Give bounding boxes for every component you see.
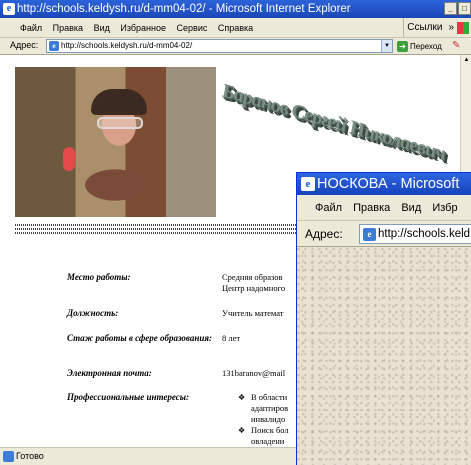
main-window-title: http://schools.keldysh.ru/d-mm04-02/ - M… [17, 3, 351, 15]
address-dropdown-icon[interactable]: ▼ [381, 40, 392, 52]
photo-hair [91, 89, 147, 115]
links-button[interactable]: Ссылки [403, 17, 445, 38]
address-value: http://schools.keldysh.ru/d-mm04-02/ [61, 41, 193, 50]
browser-window-noskova[interactable]: e НОСКОВА - Microsoft Файл Правка Вид Из… [296, 172, 471, 465]
scroll-up-icon[interactable]: ▲ [462, 56, 471, 65]
bullet-text: адаптиров [251, 403, 289, 413]
label-position: Должность: [67, 308, 119, 318]
value-email[interactable]: 131baranov@mail [222, 368, 302, 379]
value-interests: ❖ В области адаптиров инвалидо ❖ Поиск б… [222, 392, 302, 447]
address-value: http://schools.keld [378, 228, 471, 240]
bullet-text: В области [251, 392, 288, 402]
label-experience: Стаж работы в сфере образования: [67, 333, 213, 343]
links-chevron-icon[interactable]: » [445, 18, 457, 38]
label-interests: Профессиональные интересы: [67, 392, 190, 402]
toolbar-extra-icon[interactable]: ✎ [452, 39, 464, 52]
menu-favorites[interactable]: Избранное [116, 18, 170, 38]
menu-tools[interactable]: Сервис [173, 18, 212, 38]
menu-help[interactable]: Справка [214, 18, 257, 38]
windows-flag-icon [457, 21, 469, 34]
minimize-button[interactable]: _ [444, 2, 457, 15]
bullet-text: Поиск бол [251, 425, 289, 435]
menu-edit[interactable]: Правка [49, 18, 87, 38]
main-titlebar[interactable]: e http://schools.keldysh.ru/d-mm04-02/ -… [0, 0, 471, 18]
go-label: Переход [410, 41, 442, 51]
ie-icon: e [3, 3, 15, 15]
window-controls: _ □ [444, 2, 471, 15]
menu-file[interactable]: Файл [311, 195, 346, 221]
value-line: Средняя образов [222, 272, 283, 282]
photo-bow [63, 147, 75, 171]
maximize-button[interactable]: □ [458, 2, 471, 15]
ie-icon: e [301, 177, 315, 191]
address-input[interactable]: e http://schools.keldysh.ru/d-mm04-02/ ▼ [46, 39, 393, 53]
menu-view[interactable]: Вид [90, 18, 114, 38]
address-label: Адрес: [305, 227, 343, 241]
value-experience: 8 лет [222, 333, 241, 343]
main-address-bar: Адрес: e http://schools.keldysh.ru/d-mm0… [0, 38, 471, 55]
label-workplace: Место работы: [67, 272, 131, 282]
portrait-photo [15, 67, 216, 217]
address-label: Адрес: [10, 40, 39, 50]
address-input[interactable]: e http://schools.keld [359, 224, 471, 244]
noskova-page-content [297, 247, 471, 465]
noskova-menubar: Файл Правка Вид Избр [297, 195, 471, 221]
menu-file[interactable]: Файл [16, 18, 46, 38]
go-arrow-icon: ➔ [397, 40, 408, 52]
diamond-bullet-icon: ❖ [238, 393, 246, 402]
logo-text: Баранов Сергей Николаевич [222, 79, 445, 166]
bullet-text: инвалидо [251, 414, 286, 424]
noskova-address-bar: Адрес: e http://schools.keld [297, 221, 471, 247]
photo-glasses [97, 117, 143, 129]
menu-view[interactable]: Вид [397, 195, 425, 221]
go-button[interactable]: ➔ Переход [397, 39, 442, 53]
page-icon: e [49, 41, 59, 51]
status-page-icon [3, 451, 14, 462]
label-email: Электронная почта: [67, 368, 152, 378]
diamond-bullet-icon: ❖ [238, 426, 246, 435]
main-menubar: Файл Правка Вид Избранное Сервис Справка… [0, 17, 471, 38]
bullet-text: овладени [251, 436, 285, 446]
noskova-window-title: НОСКОВА - Microsoft [317, 176, 460, 192]
menu-favorites[interactable]: Избр [428, 195, 461, 221]
page-icon: e [363, 228, 376, 241]
links-toolbar: Ссылки » [403, 17, 471, 38]
status-text: Готово [16, 451, 44, 461]
menu-edit[interactable]: Правка [349, 195, 394, 221]
value-workplace: Средняя образов Центр надомного [222, 272, 302, 294]
noskova-titlebar[interactable]: e НОСКОВА - Microsoft [297, 173, 471, 195]
value-line: Центр надомного [222, 283, 286, 293]
value-position: Учитель математ [222, 308, 284, 318]
